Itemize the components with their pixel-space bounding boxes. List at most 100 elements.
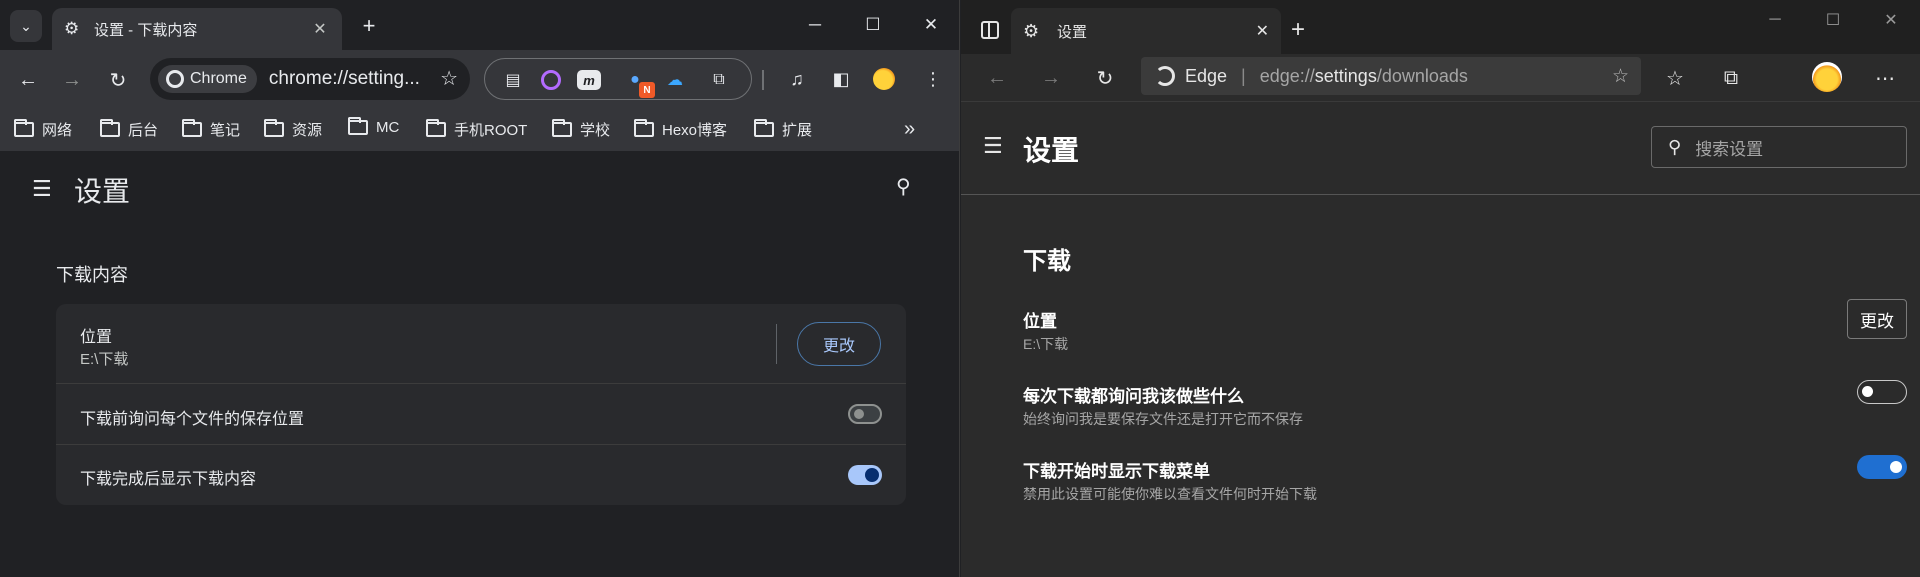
close-tab-icon[interactable]: ✕ <box>310 19 330 39</box>
folder-icon <box>182 119 202 137</box>
media-control-icon[interactable]: ♫ <box>782 64 812 94</box>
downloads-card: 位置 E:\下载 更改 下载前询问每个文件的保存位置 下载完成后显示下载内容 <box>56 304 906 505</box>
profile-avatar[interactable] <box>873 68 895 90</box>
chrome-window-controls: ─ ☐ ✕ <box>786 0 959 50</box>
bookmark-folder[interactable]: 资源 <box>264 119 322 140</box>
change-location-button[interactable]: 更改 <box>1847 299 1907 339</box>
bookmark-folder[interactable]: Hexo博客 <box>634 119 727 140</box>
bookmark-folder[interactable]: 网络 <box>14 119 72 140</box>
show-menu-label: 下载开始时显示下载菜单 <box>1023 462 1210 481</box>
address-bar[interactable]: Edge | edge://settings/downloads ☆ <box>1141 57 1641 95</box>
reader-extension-icon[interactable]: ▤ <box>501 68 525 92</box>
address-separator: | <box>1241 65 1246 86</box>
color-picker-extension-icon[interactable] <box>541 70 561 90</box>
toolbar-divider <box>762 70 764 90</box>
chrome-tab-strip: ⌄ ⚙ 设置 - 下载内容 ✕ + ─ ☐ ✕ <box>0 0 959 50</box>
ask-location-row[interactable]: 下载前询问每个文件的保存位置 <box>56 384 906 445</box>
ask-description: 始终询问我是要保存文件还是打开它而不保存 <box>1023 411 1303 427</box>
menu-hamburger-icon[interactable]: ☰ <box>32 176 52 202</box>
location-value: E:\下载 <box>80 351 129 368</box>
close-icon[interactable]: ✕ <box>1862 0 1920 40</box>
cloud-extension-icon[interactable]: ☁ <box>663 68 687 92</box>
bookmark-folder[interactable]: 学校 <box>552 119 610 140</box>
tab-search-button[interactable]: ⌄ <box>10 10 42 42</box>
gear-icon: ⚙ <box>64 19 80 38</box>
chrome-logo-icon <box>166 70 184 88</box>
side-panel-icon[interactable]: ◧ <box>826 64 856 94</box>
minimize-icon[interactable]: ─ <box>786 0 844 50</box>
translate-extension-icon[interactable]: ● N <box>623 68 655 98</box>
edge-tab-settings[interactable]: ⚙ 设置 ✕ <box>1011 8 1281 54</box>
m-extension-icon[interactable]: m <box>577 70 601 90</box>
edge-logo-icon <box>1155 66 1175 86</box>
extensions-group: ▤ m ● N ☁ ⧉ <box>484 58 752 100</box>
add-favorite-icon[interactable]: ☆ <box>1612 65 1629 88</box>
folder-icon <box>264 119 284 137</box>
search-icon: ⚲ <box>1668 136 1682 157</box>
new-tab-button[interactable]: + <box>1291 16 1305 44</box>
folder-icon <box>634 119 654 137</box>
edge-toolbar: ← → ↻ Edge | edge://settings/downloads ☆… <box>961 54 1920 102</box>
minimize-icon[interactable]: ─ <box>1746 0 1804 40</box>
bookmark-folder[interactable]: 手机ROOT <box>426 119 527 140</box>
show-menu-toggle[interactable] <box>1857 455 1907 479</box>
tab-title: 设置 - 下载内容 <box>94 21 198 39</box>
change-location-button[interactable]: 更改 <box>797 322 881 366</box>
ask-location-toggle[interactable] <box>848 404 882 424</box>
tab-actions-icon[interactable] <box>981 21 999 39</box>
search-placeholder: 搜索设置 <box>1695 139 1764 159</box>
show-downloads-label: 下载完成后显示下载内容 <box>80 471 257 488</box>
back-button[interactable]: ← <box>12 64 44 96</box>
menu-hamburger-icon[interactable]: ☰ <box>983 133 1003 159</box>
bookmark-folder[interactable]: 扩展 <box>754 119 812 140</box>
close-icon[interactable]: ✕ <box>902 0 959 50</box>
bookmark-folder[interactable]: 笔记 <box>182 119 240 140</box>
site-chip[interactable]: Chrome <box>158 65 257 93</box>
bookmark-folder[interactable]: 后台 <box>100 119 158 140</box>
collections-icon[interactable]: ⧉ <box>1715 62 1747 94</box>
close-tab-icon[interactable]: ✕ <box>1256 21 1269 41</box>
page-title: 设置 <box>74 176 131 207</box>
url-text[interactable]: chrome://setting... <box>269 68 420 90</box>
search-settings-input[interactable]: ⚲ 搜索设置 <box>1651 126 1907 168</box>
favorites-icon[interactable]: ☆ <box>1659 62 1691 94</box>
forward-button[interactable]: → <box>56 64 88 96</box>
bookmark-star-icon[interactable]: ☆ <box>440 66 458 91</box>
ask-toggle[interactable] <box>1857 380 1907 404</box>
reload-button[interactable]: ↻ <box>102 64 134 96</box>
chrome-settings-page: ☰ 设置 ⚲ 下载内容 位置 E:\下载 更改 下载前询问每个文件的保存位置 下… <box>0 152 959 577</box>
section-heading: 下载 <box>1023 248 1071 275</box>
settings-more-icon[interactable]: ⋯ <box>1869 62 1901 94</box>
folder-icon <box>348 117 368 135</box>
ask-location-label: 下载前询问每个文件的保存位置 <box>80 411 305 428</box>
folder-icon <box>426 119 446 137</box>
show-downloads-toggle[interactable] <box>848 465 882 485</box>
more-bookmarks-icon[interactable]: » <box>904 118 915 141</box>
folder-icon <box>754 119 774 137</box>
back-button[interactable]: ← <box>981 62 1013 94</box>
chrome-tab-settings[interactable]: ⚙ 设置 - 下载内容 ✕ <box>52 8 342 50</box>
url-text[interactable]: edge://settings/downloads <box>1260 66 1468 87</box>
menu-kebab-icon[interactable]: ⋮ <box>918 64 948 94</box>
profile-avatar[interactable] <box>1812 62 1842 92</box>
section-heading: 下载内容 <box>56 265 128 285</box>
page-title: 设置 <box>1023 135 1080 166</box>
row-divider <box>776 324 777 364</box>
show-menu-description: 禁用此设置可能使你难以查看文件何时开始下载 <box>1023 486 1317 502</box>
search-icon[interactable]: ⚲ <box>896 174 911 199</box>
chrome-toolbar: ← → ↻ Chrome chrome://setting... ☆ ▤ m ●… <box>0 50 959 108</box>
location-row: 位置 E:\下载 更改 <box>56 304 906 384</box>
maximize-icon[interactable]: ☐ <box>1804 0 1862 40</box>
new-tab-button[interactable]: + <box>355 12 383 40</box>
location-label: 位置 <box>80 329 113 346</box>
folder-icon <box>14 119 34 137</box>
extension-badge: N <box>639 82 655 98</box>
address-brand: Edge <box>1185 65 1228 86</box>
maximize-icon[interactable]: ☐ <box>844 0 902 50</box>
forward-button[interactable]: → <box>1035 62 1067 94</box>
reload-button[interactable]: ↻ <box>1089 62 1121 94</box>
bookmark-folder[interactable]: MC <box>348 117 399 136</box>
omnibox[interactable]: Chrome chrome://setting... ☆ <box>150 58 470 100</box>
show-downloads-row[interactable]: 下载完成后显示下载内容 <box>56 445 906 505</box>
puzzle-icon[interactable]: ⧉ <box>707 68 731 92</box>
